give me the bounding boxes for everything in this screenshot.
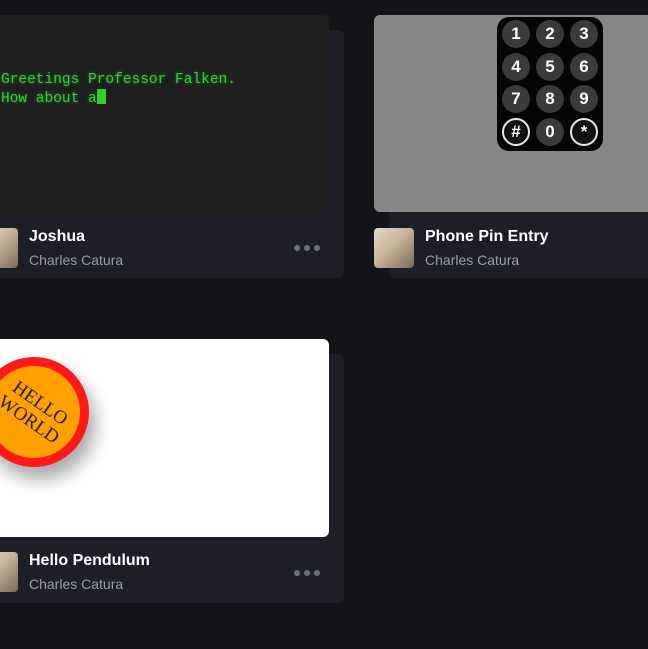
terminal-line-2-text: How about a	[1, 91, 97, 107]
card-title[interactable]: Joshua	[29, 228, 85, 246]
avatar[interactable]	[0, 552, 18, 592]
preview-phone-pin[interactable]: 1 2 3 4 5 6 7 8 9 #0 *	[374, 15, 648, 212]
keypad-key-9[interactable]: 9	[570, 85, 598, 113]
keypad-key-0[interactable]: 0	[536, 117, 564, 146]
terminal-cursor	[96, 89, 106, 104]
keypad-key-6[interactable]: 6	[570, 52, 598, 81]
more-options-icon[interactable]	[294, 243, 322, 253]
terminal-line-2: How about a	[1, 89, 106, 108]
keypad-key-star[interactable]: *	[570, 117, 598, 146]
card-author[interactable]: Charles Catura	[29, 576, 123, 592]
card-title[interactable]: Phone Pin Entry	[425, 228, 549, 246]
card-author[interactable]: Charles Catura	[29, 252, 123, 268]
card-title[interactable]: Hello Pendulum	[29, 552, 150, 570]
preview-joshua[interactable]: Greetings Professor Falken. How about a	[0, 15, 329, 212]
more-options-icon[interactable]	[294, 568, 322, 578]
pin-pad: 1 2 3 4 5 6 7 8 9 #0 *	[497, 17, 603, 151]
keypad-key-8[interactable]: 8	[536, 85, 564, 113]
keypad-key-2[interactable]: 2	[536, 20, 564, 48]
keypad-key-5[interactable]: 5	[536, 52, 564, 81]
terminal-line-1: Greetings Professor Falken.	[1, 72, 236, 88]
keypad-key-4[interactable]: 4	[502, 52, 530, 81]
keypad-key-7[interactable]: 7	[502, 85, 530, 113]
hello-world-badge: HELLO WORLD	[0, 357, 89, 467]
card-author[interactable]: Charles Catura	[425, 252, 519, 268]
keypad-key-1[interactable]: 1	[502, 20, 530, 48]
avatar[interactable]	[0, 228, 18, 268]
avatar[interactable]	[374, 228, 414, 268]
preview-hello-pendulum[interactable]: HELLO WORLD	[0, 339, 329, 537]
keypad-key-hash[interactable]: #	[502, 117, 530, 146]
keypad-key-3[interactable]: 3	[570, 20, 598, 48]
